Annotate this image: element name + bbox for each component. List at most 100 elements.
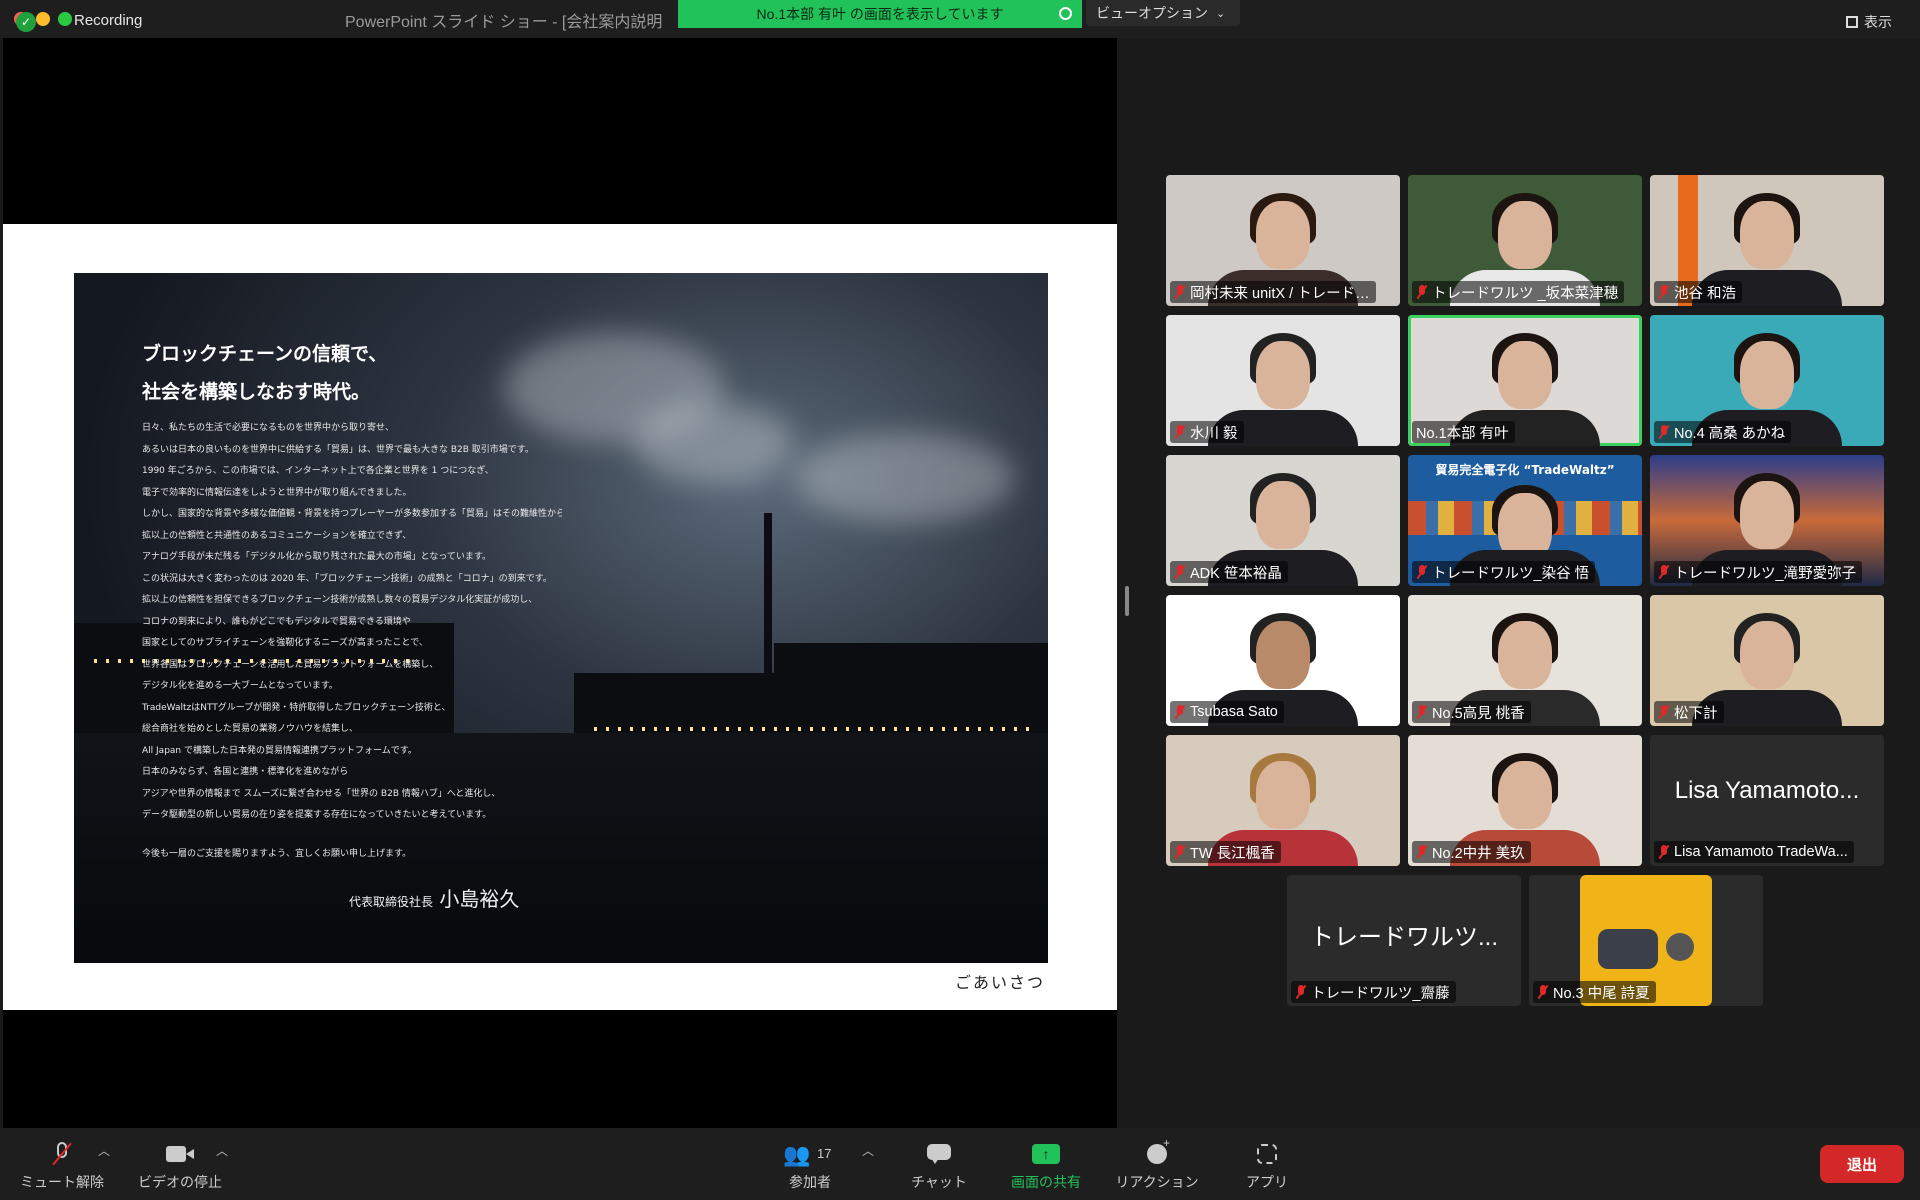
share-screen-arrow-icon: ↑ [1032,1142,1060,1166]
participant-name: No.5高見 桃香 [1432,705,1525,722]
mic-muted-icon [1658,705,1670,719]
virtual-background-caption: 貿易完全電子化 “TradeWaltz” [1435,463,1615,477]
slide-closing-text: 今後も一層のご支援を賜りますよう、宜しくお願い申し上げます。 [142,849,412,859]
presentation-slide: ブロックチェーンの信頼で、 社会を構築しなおす時代。 日々、私たちの生活で必要に… [3,224,1117,1010]
smiley-face-icon: + [1143,1136,1171,1166]
participant-tile[interactable]: トレードワルツ... トレードワルツ_齋藤 [1287,875,1521,1006]
shared-screen: ブロックチェーンの信頼で、 社会を構築しなおす時代。 日々、私たちの生活で必要に… [3,38,1117,1128]
participant-tile[interactable]: No.3 中尾 詩夏 [1529,875,1763,1006]
participant-tile[interactable]: 池谷 和浩 [1650,175,1884,306]
participant-tile[interactable]: トレードワルツ _坂本菜津穂 [1408,175,1642,306]
participant-tile[interactable]: Lisa Yamamoto... Lisa Yamamoto TradeWa..… [1650,735,1884,866]
window-title: PowerPoint スライド ショー - [会社案内説明 [345,14,663,31]
chat-button[interactable]: チャット [906,1128,972,1200]
slide-body-line: しかし、国家的な背景や多様な価値観・背景を持つプレーヤーが多数参加する「貿易」は… [142,509,562,519]
participants-icon: 👥 17 [783,1142,832,1167]
participant-name: Tsubasa Sato [1190,704,1278,720]
chevron-down-icon: ⌄ [1216,7,1226,20]
unmute-button[interactable]: ミュート解除 [18,1128,106,1200]
participant-name: トレードワルツ_滝野愛弥子 [1674,565,1857,582]
participant-tile[interactable]: Tsubasa Sato [1166,595,1400,726]
mic-muted-icon [1658,845,1670,859]
participant-tile[interactable]: No.2中井 美玖 [1408,735,1642,866]
slide-heading: ブロックチェーンの信頼で、 社会を構築しなおす時代。 [142,335,387,411]
split-view-resize-handle[interactable] [1125,586,1129,616]
participant-tile-active-speaker[interactable]: No.1本部 有叶 [1408,315,1642,446]
participants-button[interactable]: 👥 17 参加者 [782,1128,838,1200]
participant-tile[interactable]: 水川 毅 [1166,315,1400,446]
participants-label: 参加者 [789,1174,831,1190]
unmute-label: ミュート解除 [20,1174,104,1190]
mic-muted-icon [1174,565,1186,579]
slide-signature: 代表取締役社長 小島裕久 [349,883,519,912]
apps-label: アプリ [1246,1174,1288,1190]
slide-body-line: デジタル化を進める一大ブームとなっています。 [142,681,338,691]
participant-name: No.3 中尾 詩夏 [1553,985,1650,1002]
slide-heading-line-1: ブロックチェーンの信頼で、 [142,343,388,365]
view-toggle-button[interactable]: 表示 [1846,12,1892,32]
slide-body-line: 電子で効率的に情報伝達をしようと世界中が取り組んできました。 [142,487,412,498]
mic-muted-icon [1174,285,1186,299]
participant-tile[interactable]: トレードワルツ_滝野愛弥子 [1650,455,1884,586]
stop-video-button[interactable]: ビデオの停止 [134,1128,226,1200]
participant-name: 水川 毅 [1190,425,1238,442]
mic-muted-icon [1658,285,1670,299]
participant-name: トレードワルツ_齋藤 [1311,985,1450,1002]
participant-name: ADK 笹本裕晶 [1190,565,1282,582]
mic-muted-icon [1416,565,1428,579]
participant-tile[interactable]: TW 長江楓香 [1166,735,1400,866]
apps-button[interactable]: アプリ [1240,1128,1294,1200]
leave-meeting-button[interactable]: 退出 [1820,1145,1904,1183]
participant-tile[interactable]: 貿易完全電子化 “TradeWaltz” トレードワルツ_染谷 悟 [1408,455,1642,586]
slide-body-line: 日本のみならず、各国と連携・標準化を進めながら [142,767,349,777]
mic-muted-icon [1537,985,1549,999]
participant-name: 松下計 [1674,705,1718,722]
view-options-label: ビューオプション [1096,5,1208,21]
slide-body-line: 日々、私たちの生活で必要になるものを世界中から取り寄せ、 [142,423,395,433]
slide-footer-label: ごあいさつ [955,973,1046,992]
slide-body-line: 国家としてのサプライチェーンを強靭化するニーズが高まったことで、 [142,638,428,648]
slide-heading-line-2: 社会を構築しなおす時代。 [142,381,371,403]
participant-display-name: Lisa Yamamoto... [1674,777,1860,804]
chat-label: チャット [911,1174,967,1190]
security-shield-icon[interactable]: ✓ [16,12,36,32]
mic-muted-icon [1416,705,1428,719]
gallery-view-icon [1846,16,1858,28]
minimize-window-button[interactable] [36,12,50,26]
slide-body-line: この状況は大きく変わったのは 2020 年、「ブロックチェーン技術」の成熟と「コ… [142,573,552,584]
audio-options-caret-icon[interactable]: ︿ [98,1142,110,1159]
signature-name: 小島裕久 [439,887,520,911]
mic-muted-icon [1174,845,1186,859]
view-options-dropdown[interactable]: ビューオプション ⌄ [1086,0,1240,26]
slide-photo-night-port: ブロックチェーンの信頼で、 社会を構築しなおす時代。 日々、私たちの生活で必要に… [74,273,1048,963]
participant-name: トレードワルツ_染谷 悟 [1432,565,1590,582]
slide-body-text: 日々、私たちの生活で必要になるものを世界中から取り寄せ、 あるいは日本の良いもの… [142,418,562,827]
participant-tile[interactable]: No.5高見 桃香 [1408,595,1642,726]
share-screen-label: 画面の共有 [1011,1174,1081,1190]
participant-name: 池谷 和浩 [1674,285,1737,302]
slide-body-line: コロナの到来により、誰もがどこでもデジタルで貿易できる環境や [142,616,411,627]
video-camera-icon [166,1142,194,1166]
mic-muted-icon [1174,705,1186,719]
participant-tile[interactable]: 松下計 [1650,595,1884,726]
video-options-caret-icon[interactable]: ︿ [216,1142,228,1159]
share-status-icon[interactable] [1059,7,1072,20]
zoom-window-button[interactable] [58,12,72,26]
participants-options-caret-icon[interactable]: ︿ [862,1142,874,1159]
mic-muted-icon [1295,985,1307,999]
participant-name: TW 長江楓香 [1190,845,1275,862]
reactions-button[interactable]: + リアクション [1110,1128,1204,1200]
recording-label[interactable]: Recording [74,12,142,29]
apps-grid-icon [1253,1142,1281,1166]
participant-tile[interactable]: No.4 高桑 あかね [1650,315,1884,446]
share-banner-text: No.1本部 有叶 の画面を表示しています [756,6,1004,22]
participant-name: 岡村未来 unitX / トレード… [1190,285,1370,302]
signature-title: 代表取締役社長 [349,895,434,909]
mic-muted-icon [1174,425,1186,439]
participant-tile[interactable]: 岡村未来 unitX / トレード… [1166,175,1400,306]
view-toggle-label: 表示 [1864,14,1892,30]
slide-body-line: アジアや世界の情報まで スムーズに繋ぎ合わせる「世界の B2B 情報ハブ」へと進… [142,788,501,799]
slide-body-line: All Japan で構築した日本発の貿易情報連携プラットフォームです。 [142,745,417,756]
share-screen-button[interactable]: ↑ 画面の共有 [1006,1128,1086,1200]
participant-tile[interactable]: ADK 笹本裕晶 [1166,455,1400,586]
